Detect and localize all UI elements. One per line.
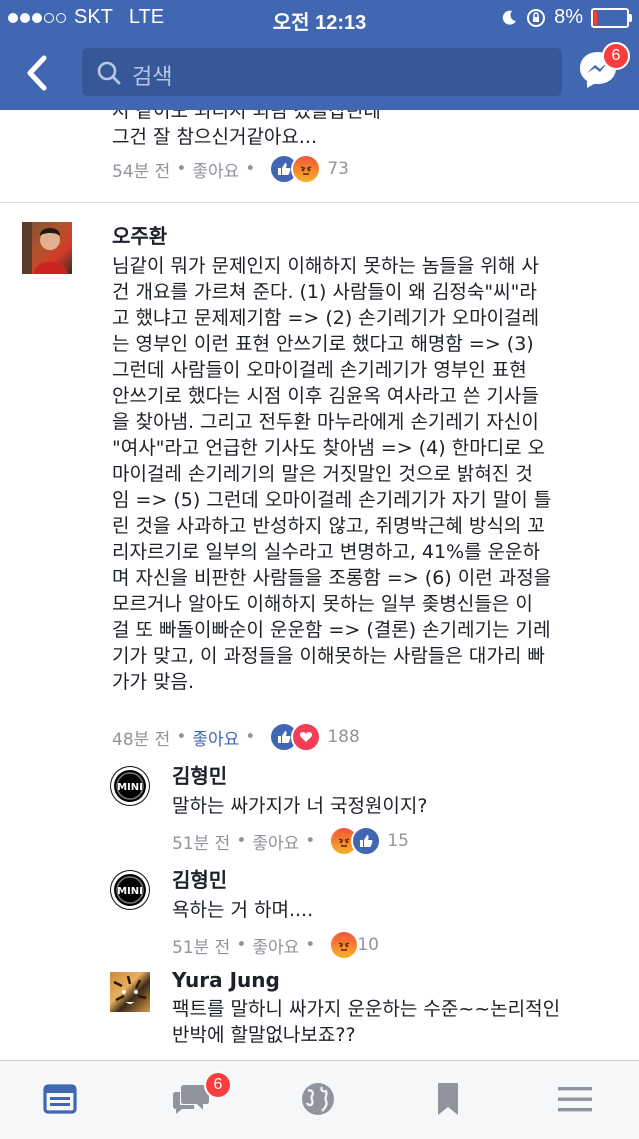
top-nav-bar: 검색 6	[0, 36, 639, 110]
avatar[interactable]: MINI	[110, 766, 150, 806]
reply-author[interactable]: Yura Jung	[172, 968, 632, 992]
back-button[interactable]	[22, 50, 62, 96]
reply-text-line: 반박에 할말없나보죠??	[172, 1024, 356, 1046]
comments-feed[interactable]: 저 같이도 되디지 되림 겄을잡린데 그건 잘 참으신거같아요... 54분 전…	[0, 110, 639, 1060]
like-button[interactable]: 좋아요	[252, 933, 299, 958]
tiger-avatar	[113, 975, 147, 1004]
search-placeholder: 검색	[132, 65, 173, 90]
search-icon	[97, 61, 121, 85]
comment-text-line: 그런데 사람들이 오마이걸레 손기레기가 영부인 표현	[112, 359, 527, 381]
angry-reaction-icon	[329, 930, 360, 960]
comment-meta: 48분 전 • 좋아요 • 188	[112, 722, 360, 752]
mini-logo-avatar: MINI	[111, 767, 149, 805]
bottom-tab-bar: 6	[0, 1060, 639, 1139]
comment-text-line: 님같이 뭐가 문제인지 이해하지 못하는 놈들을 위해 사	[112, 255, 539, 277]
comment-text-line: 린 것을 사과하고 반성하지 않고, 쥐명박근혜 방식의 꼬	[112, 515, 545, 537]
svg-text:MINI: MINI	[117, 886, 143, 897]
reply-text-line: 팩트를 말하니 싸가지 운운하는 수준~~논리적인	[172, 998, 561, 1020]
news-feed-icon	[43, 1084, 77, 1114]
comment-text-line: 는 영부인 이런 표현 안쓰기로 했다고 해명함 => (3)	[112, 333, 534, 355]
reply-meta: 51분 전 • 좋아요 • 10	[172, 930, 379, 960]
globe-icon	[302, 1083, 334, 1115]
reaction-count: 73	[327, 159, 349, 179]
messenger-badge: 6	[602, 42, 630, 70]
comment-text-line: "여사"라고 언급한 기사도 찾아냄 => (4) 한마디로 오	[112, 437, 546, 459]
reaction-count: 188	[327, 727, 360, 747]
avatar[interactable]: MINI	[110, 870, 150, 910]
divider	[0, 202, 639, 203]
bookmark-icon	[438, 1083, 458, 1115]
reply-time: 51분 전	[172, 937, 231, 958]
svg-text:MINI: MINI	[117, 782, 143, 793]
reaction-count: 10	[357, 935, 379, 955]
avatar-photo	[22, 222, 68, 274]
avatar[interactable]	[22, 222, 72, 274]
comment-time: 48분 전	[112, 729, 171, 750]
reactions[interactable]	[329, 826, 382, 856]
love-reaction-icon	[291, 722, 322, 752]
comment-time: 54분 전	[112, 161, 171, 182]
like-button[interactable]: 좋아요	[192, 157, 239, 182]
comment-text-line: 기가 맞고, 이 과정들을 이해못하는 사람들은 대가리 빠	[112, 645, 545, 667]
reactions[interactable]	[269, 154, 322, 184]
reply-author[interactable]: 김형민	[172, 864, 622, 893]
comment-text-line: 마이걸레 손기레기의 말은 거짓말인 것으로 밝혀진 것	[112, 463, 533, 485]
avatar[interactable]	[110, 972, 150, 1012]
like-reaction-icon	[351, 826, 382, 856]
comment-partial: 저 같이도 되디지 되림 겄을잡린데 그건 잘 참으신거같아요...	[112, 110, 622, 150]
comment-text-line: 임 => (5) 그런데 오마이걸레 손기레기가 자기 말이 틀	[112, 489, 552, 511]
menu-icon	[558, 1087, 592, 1112]
comment-body: 님같이 뭐가 문제인지 이해하지 못하는 놈들을 위해 사건 개요를 가르쳐 준…	[112, 253, 632, 695]
mini-logo-avatar: MINI	[111, 871, 149, 909]
comment-text-line: 모르거나 알아도 이해하지 못하는 일부 좆병신들은 이	[112, 593, 533, 615]
comment-text-line: 며 자신을 비판한 사람들을 조롱함 => (6) 이런 과정을	[112, 567, 552, 589]
comment-text-line: 가가 맞음.	[112, 671, 194, 693]
battery-percent: 8%	[554, 6, 583, 28]
tab-notifications[interactable]	[298, 1079, 348, 1123]
comment-text-line: 저 같이도 되디지 되림 겄을잡린데	[112, 110, 381, 122]
reaction-count: 15	[387, 831, 409, 851]
battery-icon	[591, 7, 632, 28]
comment-author[interactable]: 오주환	[112, 220, 632, 249]
comment-text-line: 을 찾아냄. 그리고 전두환 마누라에게 손기레기 자신이	[112, 411, 539, 433]
rotation-lock-icon	[527, 8, 546, 27]
comment-text-line: 건 개요를 가르쳐 준다. (1) 사람들이 왜 김정숙"씨"라	[112, 281, 537, 303]
comment-text-line: 그건 잘 참으신거같아요...	[112, 126, 317, 148]
status-bar: SKT LTE 오전 12:13 8%	[0, 0, 639, 36]
tab-news-feed[interactable]	[40, 1079, 90, 1123]
messenger-button[interactable]: 6	[578, 42, 630, 92]
search-input[interactable]: 검색	[82, 48, 562, 96]
angry-reaction-icon	[291, 154, 322, 184]
comment-text-line: 고 했냐고 문제제기함 => (2) 손기레기가 오마이걸레	[112, 307, 540, 329]
like-button[interactable]: 좋아요	[252, 829, 299, 854]
tab-saved[interactable]	[430, 1079, 480, 1123]
comment-text-line: 안쓰기로 했다는 시점 이후 김윤옥 여사라고 쓴 기사들	[112, 385, 539, 407]
comment-text-line: 걸 또 빠돌이빠순이 운운함 => (결론) 손기레기는 기레	[112, 619, 551, 641]
chevron-left-icon	[27, 55, 47, 91]
reply-time: 51분 전	[172, 833, 231, 854]
reactions[interactable]	[269, 722, 322, 752]
reply-text: 욕하는 거 하며....	[172, 899, 314, 921]
reply-meta: 51분 전 • 좋아요 • 15	[172, 826, 409, 856]
requests-badge: 6	[204, 1071, 232, 1099]
reactions[interactable]	[329, 930, 360, 960]
reply-author[interactable]: 김형민	[172, 760, 622, 789]
comment-meta: 54분 전 • 좋아요 • 73	[112, 154, 349, 184]
tab-menu[interactable]	[555, 1079, 605, 1123]
comment-text-line: 리자르기로 일부의 실수라고 변명하고, 41%를 운운하	[112, 541, 541, 563]
like-button[interactable]: 좋아요	[192, 725, 239, 750]
moon-icon	[502, 10, 517, 25]
reply-text: 말하는 싸가지가 너 국정원이지?	[172, 795, 428, 817]
tab-friend-requests[interactable]: 6	[170, 1071, 232, 1123]
